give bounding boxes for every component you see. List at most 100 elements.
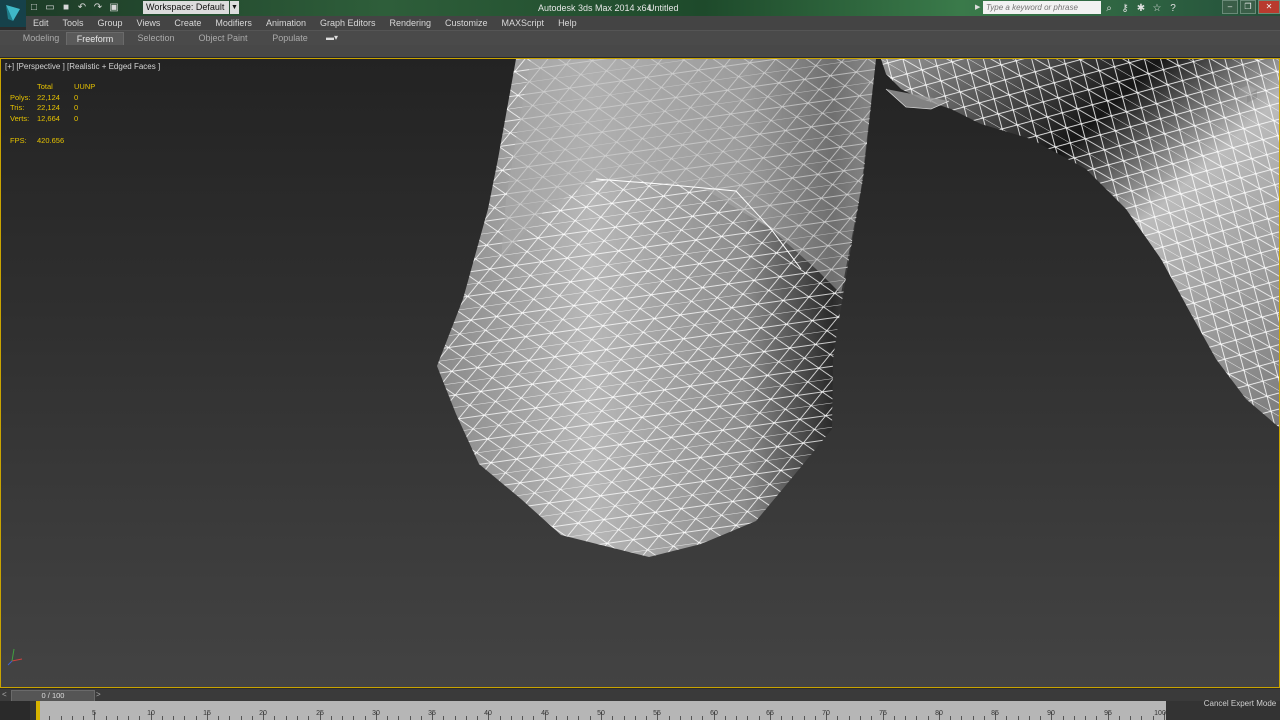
timeline-tick	[1040, 716, 1041, 720]
timeline-tick	[961, 716, 962, 720]
perspective-viewport[interactable]: [+] [Perspective ] [Realistic + Edged Fa…	[0, 58, 1280, 688]
viewport-label-menu[interactable]: [+] [Perspective ] [Realistic + Edged Fa…	[5, 62, 160, 71]
timeline-tick-label: 85	[991, 710, 999, 717]
timeline-tick	[1029, 716, 1030, 720]
menu-customize[interactable]: Customize	[438, 16, 495, 30]
star-icon[interactable]: ☆	[1152, 3, 1162, 14]
redo-icon[interactable]: ↷	[92, 2, 104, 14]
timeline-tick	[680, 716, 681, 720]
menu-views[interactable]: Views	[130, 16, 168, 30]
menu-rendering[interactable]: Rendering	[383, 16, 439, 30]
timeline-tick	[421, 716, 422, 720]
timeline-tick-label: 45	[541, 710, 549, 717]
info-center-toolbar: ⌕ ⚷ ✱ ☆ ?	[1104, 0, 1178, 16]
timeline-tick	[759, 716, 760, 720]
timeline-tick	[567, 716, 568, 720]
workspace-dropdown[interactable]: Workspace: Default	[143, 1, 229, 14]
timeline-tick	[578, 716, 579, 720]
menu-tools[interactable]: Tools	[56, 16, 91, 30]
close-button[interactable]: ✕	[1258, 0, 1280, 14]
search-toggle-icon[interactable]: ▶	[975, 1, 983, 14]
new-file-icon[interactable]: □	[28, 2, 40, 14]
timeline-tick-label: 40	[484, 710, 492, 717]
timeline-tick	[635, 716, 636, 720]
open-file-icon[interactable]: ▭	[44, 2, 56, 14]
timeline-tick	[410, 716, 411, 720]
timeline-tick	[860, 716, 861, 720]
binoculars-icon[interactable]: ⌕	[1104, 3, 1114, 14]
ribbon-tabs: Modeling Freeform Selection Object Paint…	[0, 30, 1280, 45]
timeline-tick	[252, 716, 253, 720]
timeline-tick	[106, 716, 107, 720]
timeline-tick	[443, 716, 444, 720]
document-title: Untitled	[648, 3, 679, 13]
project-folder-icon[interactable]: ▣	[108, 2, 120, 14]
time-prev-icon[interactable]: <	[2, 689, 11, 701]
timeline-ruler[interactable]: 5 10 15 20 25 30 35 40 45 50 55 60 65 70 75 80 85 90 95 100	[36, 701, 1166, 720]
timeline-tick-label: 75	[879, 710, 887, 717]
restore-button[interactable]: ❐	[1240, 0, 1256, 14]
fps-readout: FPS: 420.656	[10, 136, 64, 145]
chevron-down-icon[interactable]: ▼	[230, 1, 239, 14]
menu-graph-editors[interactable]: Graph Editors	[313, 16, 383, 30]
cancel-expert-mode-button[interactable]: Cancel Expert Mode	[1200, 697, 1280, 711]
mesh-wireframe[interactable]	[1, 59, 1280, 688]
key-icon[interactable]: ⚷	[1120, 3, 1130, 14]
timeline-tick	[612, 716, 613, 720]
timeline-tick	[781, 716, 782, 720]
timeline-tick-label: 70	[822, 710, 830, 717]
tab-selection[interactable]: Selection	[132, 32, 180, 44]
stats-header-selection: UUNP	[74, 82, 96, 91]
tab-freeform[interactable]: Freeform	[66, 32, 124, 45]
timeline-tick	[702, 716, 703, 720]
stats-selection: 0	[74, 92, 79, 102]
timeline-tick	[815, 716, 816, 720]
tab-object-paint[interactable]: Object Paint	[196, 32, 250, 44]
minimize-button[interactable]: –	[1222, 0, 1238, 14]
menu-bar: Edit Tools Group Views Create Modifiers …	[26, 16, 1280, 30]
timeline-tick-label: 50	[597, 710, 605, 717]
subscription-icon[interactable]: ✱	[1136, 3, 1146, 14]
timeline-tick	[184, 716, 185, 720]
timeline-tick	[624, 716, 625, 720]
timeline-tick	[691, 716, 692, 720]
mini-curve-editor-icon[interactable]	[0, 701, 30, 720]
menu-help[interactable]: Help	[551, 16, 584, 30]
timeline-tick	[49, 716, 50, 720]
timeline-tick	[162, 716, 163, 720]
undo-icon[interactable]: ↶	[76, 2, 88, 14]
timeline-tick	[365, 716, 366, 720]
timeline-tick	[353, 716, 354, 720]
tab-modeling[interactable]: Modeling	[18, 32, 64, 44]
timeline-tick	[398, 716, 399, 720]
tab-populate[interactable]: Populate	[268, 32, 312, 44]
search-input[interactable]	[983, 1, 1101, 14]
stats-label: Polys:	[10, 92, 31, 102]
timeline-tick-label: 80	[935, 710, 943, 717]
timeline-tick	[500, 716, 501, 720]
menu-edit[interactable]: Edit	[26, 16, 56, 30]
stats-selection: 0	[74, 103, 79, 113]
menu-group[interactable]: Group	[91, 16, 130, 30]
app-logo-icon[interactable]	[0, 0, 26, 27]
window-controls: – ❐ ✕	[1222, 0, 1280, 14]
timeline-tick-label: 30	[372, 710, 380, 717]
timeline-tick	[455, 716, 456, 720]
timeline-tick	[973, 716, 974, 720]
menu-modifiers[interactable]: Modifiers	[208, 16, 259, 30]
stats-label: Tris:	[10, 103, 25, 113]
time-next-icon[interactable]: >	[96, 689, 105, 701]
timeline-tick	[950, 716, 951, 720]
menu-create[interactable]: Create	[167, 16, 208, 30]
menu-maxscript[interactable]: MAXScript	[495, 16, 552, 30]
ribbon-options-icon[interactable]: ▬▾	[326, 33, 338, 42]
help-icon[interactable]: ?	[1168, 3, 1178, 14]
save-file-icon[interactable]: ■	[60, 2, 72, 14]
viewcube-icon[interactable]	[1235, 81, 1259, 105]
menu-animation[interactable]: Animation	[259, 16, 313, 30]
timeline-tick	[511, 716, 512, 720]
stats-selection: 0	[74, 113, 79, 123]
timeline-tick	[331, 716, 332, 720]
time-marker[interactable]	[36, 701, 40, 720]
timeline-tick	[387, 716, 388, 720]
